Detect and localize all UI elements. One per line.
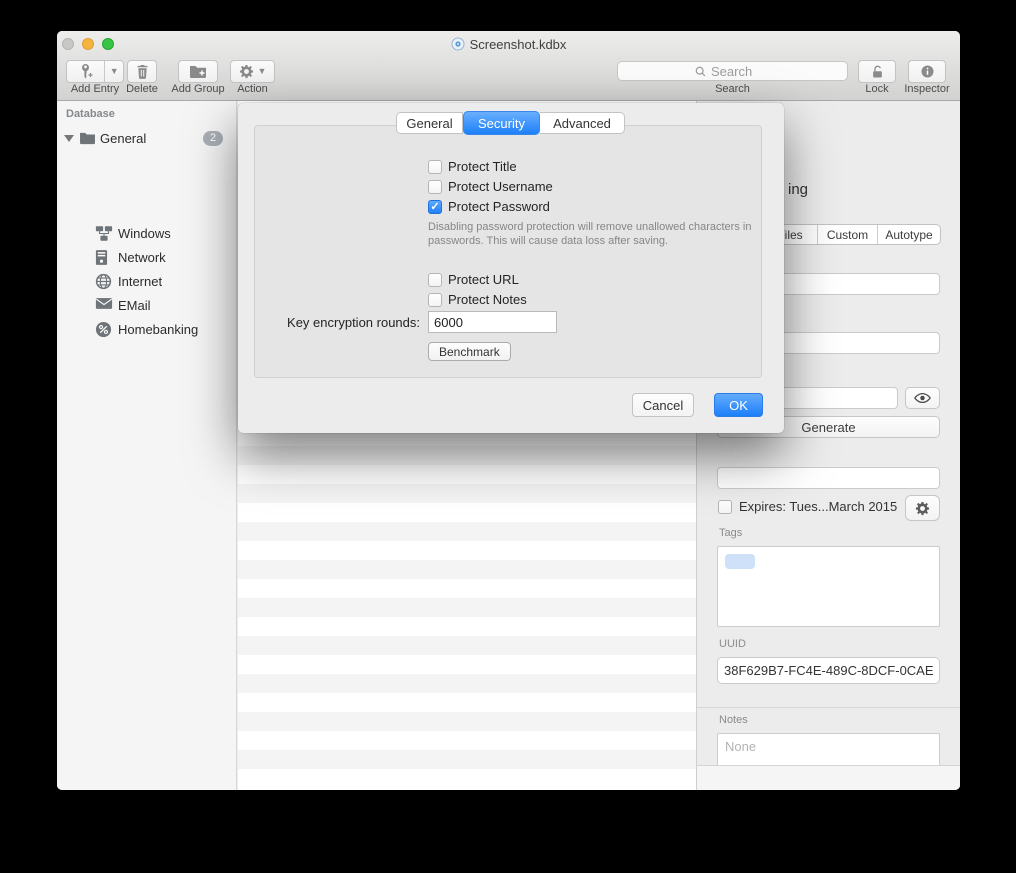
sidebar-item-label: Network bbox=[118, 250, 166, 265]
benchmark-button[interactable]: Benchmark bbox=[428, 342, 511, 361]
sidebar-item-homebanking[interactable]: Homebanking bbox=[57, 319, 236, 341]
trash-icon bbox=[135, 64, 150, 80]
protect-password-checkbox[interactable]: ✓ bbox=[428, 200, 442, 214]
section-divider bbox=[697, 707, 960, 708]
expires-checkbox[interactable]: ✓ bbox=[718, 500, 732, 514]
expires-row: ✓ Expires: Tues...March 2015 bbox=[718, 499, 897, 514]
tags-box[interactable] bbox=[717, 546, 940, 627]
sidebar-item-label: Internet bbox=[118, 274, 162, 289]
tags-label: Tags bbox=[719, 527, 742, 539]
sidebar-item-label: EMail bbox=[118, 298, 151, 313]
tab-custom[interactable]: Custom bbox=[817, 225, 877, 244]
settings-group-box: ✓ Protect Title ✓ Protect Username ✓ Pro… bbox=[254, 125, 762, 378]
notes-label: Notes bbox=[719, 714, 748, 726]
generate-label: Generate bbox=[801, 420, 855, 435]
gear-icon bbox=[915, 501, 930, 516]
sidebar: Database General 2 Windows Network bbox=[57, 101, 237, 790]
sidebar-item-windows[interactable]: Windows bbox=[57, 223, 236, 245]
reveal-password-button[interactable] bbox=[905, 387, 940, 409]
sidebar-item-network[interactable]: Network bbox=[57, 247, 236, 269]
sidebar-item-internet[interactable]: Internet bbox=[57, 271, 236, 293]
protect-password-row: ✓ Protect Password bbox=[428, 199, 550, 214]
sidebar-item-label: General bbox=[100, 131, 146, 146]
entry-count-badge: 2 bbox=[203, 131, 223, 146]
tab-security[interactable]: Security bbox=[463, 111, 540, 135]
envelope-icon bbox=[95, 297, 113, 310]
key-rounds-input[interactable] bbox=[428, 311, 557, 333]
gear-icon bbox=[239, 64, 254, 79]
protect-title-checkbox[interactable]: ✓ bbox=[428, 160, 442, 174]
checkbox-label: Protect Notes bbox=[448, 292, 527, 307]
info-icon bbox=[920, 64, 935, 79]
protect-url-checkbox[interactable]: ✓ bbox=[428, 273, 442, 287]
key-rounds-label: Key encryption rounds: bbox=[255, 315, 420, 330]
inspector-footer bbox=[697, 765, 960, 790]
folder-plus-icon bbox=[189, 64, 207, 79]
sidebar-section-header: Database bbox=[66, 108, 115, 120]
add-entry-button[interactable]: ▼ bbox=[66, 60, 124, 83]
unlock-icon bbox=[870, 64, 885, 80]
workgroup-icon bbox=[95, 225, 113, 242]
checkbox-label: Protect URL bbox=[448, 272, 519, 287]
globe-icon bbox=[95, 273, 112, 290]
inspector-button[interactable] bbox=[908, 60, 946, 83]
eye-icon bbox=[914, 392, 931, 404]
entry-title-fragment: ing bbox=[788, 181, 808, 198]
tag-token[interactable] bbox=[725, 554, 755, 569]
expires-label: Expires: Tues...March 2015 bbox=[739, 499, 897, 514]
percent-icon bbox=[95, 321, 112, 338]
search-icon bbox=[694, 65, 707, 78]
database-settings-dialog: ✓ Protect Title ✓ Protect Username ✓ Pro… bbox=[238, 103, 784, 433]
password-protection-info-text: Disabling password protection will remov… bbox=[428, 221, 764, 248]
window-header: Screenshot.kdbx ▼ Add Entry Delete bbox=[57, 31, 960, 101]
protect-url-row: ✓ Protect URL bbox=[428, 272, 519, 287]
dialog-tab-bar: General Security Advanced bbox=[396, 112, 625, 134]
delete-button[interactable] bbox=[127, 60, 157, 83]
protect-username-row: ✓ Protect Username bbox=[428, 179, 553, 194]
window-title: Screenshot.kdbx bbox=[470, 37, 567, 52]
search-field[interactable] bbox=[617, 61, 848, 81]
add-group-button[interactable] bbox=[178, 60, 218, 83]
lock-button[interactable] bbox=[858, 60, 896, 83]
uuid-field[interactable] bbox=[717, 657, 940, 684]
search-input[interactable] bbox=[711, 64, 771, 79]
protect-title-row: ✓ Protect Title bbox=[428, 159, 517, 174]
checkbox-label: Protect Password bbox=[448, 199, 550, 214]
protect-notes-checkbox[interactable]: ✓ bbox=[428, 293, 442, 307]
protect-username-checkbox[interactable]: ✓ bbox=[428, 180, 442, 194]
protect-notes-row: ✓ Protect Notes bbox=[428, 292, 527, 307]
key-plus-icon bbox=[78, 63, 93, 80]
document-icon bbox=[451, 37, 465, 51]
url-field[interactable] bbox=[717, 467, 940, 489]
sidebar-item-email[interactable]: EMail bbox=[57, 295, 236, 317]
tab-general[interactable]: General bbox=[396, 112, 463, 134]
expires-settings-button[interactable] bbox=[905, 495, 940, 521]
action-label: Action bbox=[215, 83, 290, 95]
disclosure-triangle-icon[interactable] bbox=[64, 135, 74, 142]
search-label: Search bbox=[617, 83, 848, 95]
uuid-label: UUID bbox=[719, 638, 746, 650]
sidebar-item-label: Windows bbox=[118, 226, 171, 241]
server-icon bbox=[95, 249, 108, 266]
ok-button[interactable]: OK bbox=[714, 393, 763, 417]
chevron-down-icon: ▼ bbox=[258, 67, 267, 76]
inspector-label: Inspector bbox=[893, 83, 960, 95]
action-button[interactable]: ▼ bbox=[230, 60, 275, 83]
title-bar: Screenshot.kdbx bbox=[57, 37, 960, 52]
checkbox-label: Protect Username bbox=[448, 179, 553, 194]
cancel-button[interactable]: Cancel bbox=[632, 393, 694, 417]
sidebar-item-label: Homebanking bbox=[118, 322, 198, 337]
tab-autotype[interactable]: Autotype bbox=[877, 225, 940, 244]
sidebar-item-general[interactable]: General 2 bbox=[57, 128, 236, 150]
checkbox-label: Protect Title bbox=[448, 159, 517, 174]
folder-icon bbox=[79, 131, 96, 145]
chevron-down-icon: ▼ bbox=[110, 67, 119, 76]
tab-advanced[interactable]: Advanced bbox=[540, 112, 625, 134]
